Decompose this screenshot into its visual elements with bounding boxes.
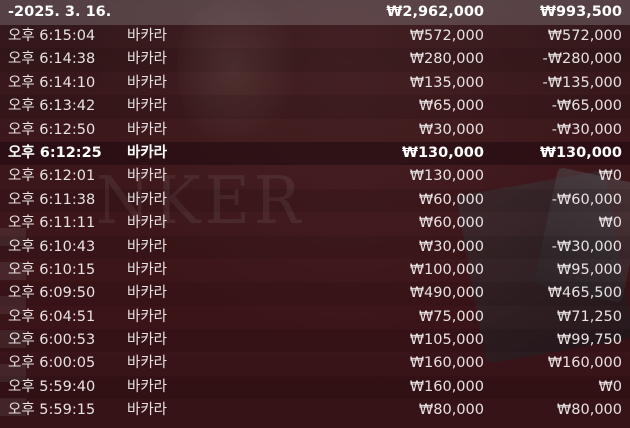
row-bet-amount: ₩130,000 — [401, 144, 484, 161]
row-game-name: 바카라 — [127, 261, 168, 278]
bet-history-row[interactable]: 오후 6:11:38 바카라 ₩60,000 -₩60,000 — [0, 188, 630, 213]
row-time: 오후 6:12:25 — [8, 144, 102, 161]
row-time: 오후 5:59:15 — [8, 402, 96, 419]
row-result-amount: ₩80,000 — [556, 402, 622, 419]
bet-history-rows: 오후 6:15:04 바카라 ₩572,000 ₩572,000 오후 6:14:38 바… — [0, 25, 630, 423]
bet-history-row[interactable]: 오후 6:11:11 바카라 ₩60,000 ₩0 — [0, 212, 630, 235]
row-time: 오후 6:00:05 — [8, 355, 96, 372]
row-result-amount: -₩65,000 — [551, 98, 622, 115]
row-game-name: 바카라 — [127, 238, 168, 255]
row-time: 오후 6:13:42 — [8, 98, 96, 115]
bet-history-row[interactable]: 오후 6:15:04 바카라 ₩572,000 ₩572,000 — [0, 25, 630, 48]
row-game-name: 바카라 — [127, 285, 168, 302]
row-time: 오후 6:11:38 — [8, 191, 96, 208]
row-game-name: 바카라 — [127, 98, 168, 115]
row-result-amount: ₩71,250 — [556, 308, 622, 325]
row-game-name: 바카라 — [127, 191, 168, 208]
bet-history-row[interactable]: 오후 6:12:50 바카라 ₩30,000 -₩30,000 — [0, 119, 630, 142]
row-game-name: 바카라 — [127, 215, 168, 232]
row-game-name: 바카라 — [127, 308, 168, 325]
row-time: 오후 6:04:51 — [8, 308, 96, 325]
bet-history-row[interactable]: 오후 5:59:40 바카라 ₩160,000 ₩0 — [0, 375, 630, 400]
row-result-amount: -₩30,000 — [551, 121, 622, 138]
bet-history-row[interactable]: 오후 6:14:10 바카라 ₩135,000 -₩135,000 — [0, 72, 630, 95]
row-game-name: 바카라 — [127, 28, 168, 44]
row-time: 오후 6:14:38 — [8, 51, 96, 68]
bet-history-row[interactable]: 오후 6:12:01 바카라 ₩130,000 ₩0 — [0, 165, 630, 188]
row-result-amount: ₩0 — [598, 168, 622, 185]
row-result-amount: ₩130,000 — [539, 144, 622, 161]
bet-history-row[interactable]: 오후 6:04:51 바카라 ₩75,000 ₩71,250 — [0, 306, 630, 329]
row-game-name: 바카라 — [127, 355, 168, 372]
row-result-amount: ₩99,750 — [556, 332, 622, 349]
date-summary-row[interactable]: -2025. 3. 16. ₩2,962,000 ₩993,500 — [0, 0, 630, 25]
row-time: 오후 6:10:43 — [8, 238, 96, 255]
row-result-amount: ₩160,000 — [547, 355, 622, 372]
row-game-name: 바카라 — [127, 144, 168, 161]
bet-history-row[interactable]: 오후 6:12:25 바카라 ₩130,000 ₩130,000 — [0, 141, 630, 166]
summary-total-bet: ₩2,962,000 — [386, 4, 484, 20]
row-time: 오후 6:12:01 — [8, 168, 96, 185]
row-bet-amount: ₩100,000 — [409, 261, 484, 278]
row-result-amount: ₩572,000 — [547, 28, 622, 44]
row-result-amount: -₩30,000 — [551, 238, 622, 255]
row-bet-amount: ₩65,000 — [418, 98, 484, 115]
row-bet-amount: ₩60,000 — [418, 215, 484, 232]
row-bet-amount: ₩280,000 — [409, 51, 484, 68]
row-bet-amount: ₩30,000 — [418, 121, 484, 138]
row-time: 오후 6:00:53 — [8, 332, 96, 349]
row-result-amount: ₩0 — [598, 378, 622, 395]
row-bet-amount: ₩105,000 — [409, 332, 484, 349]
summary-total-result: ₩993,500 — [539, 4, 622, 20]
row-game-name: 바카라 — [127, 74, 168, 91]
row-bet-amount: ₩160,000 — [409, 378, 484, 395]
row-result-amount: -₩60,000 — [551, 191, 622, 208]
row-game-name: 바카라 — [127, 51, 168, 68]
row-game-name: 바카라 — [127, 168, 168, 185]
row-time: 오후 6:15:04 — [8, 28, 96, 44]
bet-history-row[interactable]: 오후 6:00:05 바카라 ₩160,000 ₩160,000 — [0, 352, 630, 375]
summary-date: -2025. 3. 16. — [8, 4, 112, 20]
row-result-amount: ₩95,000 — [556, 261, 622, 278]
row-bet-amount: ₩130,000 — [409, 168, 484, 185]
bet-history-row[interactable]: 오후 5:59:15 바카라 ₩80,000 ₩80,000 — [0, 399, 630, 422]
row-bet-amount: ₩490,000 — [409, 285, 484, 302]
row-game-name: 바카라 — [127, 332, 168, 349]
row-result-amount: -₩280,000 — [542, 51, 622, 68]
bet-history-row[interactable]: 오후 6:14:38 바카라 ₩280,000 -₩280,000 — [0, 48, 630, 72]
row-result-amount: ₩465,500 — [547, 285, 622, 302]
bet-history-row[interactable]: 오후 6:00:53 바카라 ₩105,000 ₩99,750 — [0, 329, 630, 353]
row-result-amount: ₩0 — [598, 215, 622, 232]
bet-history-row[interactable]: 오후 6:10:15 바카라 ₩100,000 ₩95,000 — [0, 259, 630, 282]
row-game-name: 바카라 — [127, 378, 168, 395]
row-time: 오후 5:59:40 — [8, 378, 96, 395]
bet-history-row[interactable]: 오후 6:10:43 바카라 ₩30,000 -₩30,000 — [0, 235, 630, 259]
bet-history-row[interactable]: 오후 6:09:50 바카라 ₩490,000 ₩465,500 — [0, 282, 630, 306]
row-time: 오후 6:11:11 — [8, 215, 96, 232]
row-result-amount: -₩135,000 — [542, 74, 622, 91]
row-bet-amount: ₩160,000 — [409, 355, 484, 372]
row-time: 오후 6:12:50 — [8, 121, 96, 138]
row-bet-amount: ₩80,000 — [418, 402, 484, 419]
row-bet-amount: ₩572,000 — [409, 28, 484, 44]
row-time: 오후 6:09:50 — [8, 285, 96, 302]
row-game-name: 바카라 — [127, 402, 168, 419]
row-bet-amount: ₩60,000 — [418, 191, 484, 208]
row-bet-amount: ₩135,000 — [409, 74, 484, 91]
row-bet-amount: ₩75,000 — [418, 308, 484, 325]
row-time: 오후 6:14:10 — [8, 74, 96, 91]
bet-history-list: -2025. 3. 16. ₩2,962,000 ₩993,500 오후 6:1… — [0, 0, 630, 423]
bet-history-row[interactable]: 오후 6:13:42 바카라 ₩65,000 -₩65,000 — [0, 95, 630, 119]
row-time: 오후 6:10:15 — [8, 261, 96, 278]
row-game-name: 바카라 — [127, 121, 168, 138]
row-bet-amount: ₩30,000 — [418, 238, 484, 255]
